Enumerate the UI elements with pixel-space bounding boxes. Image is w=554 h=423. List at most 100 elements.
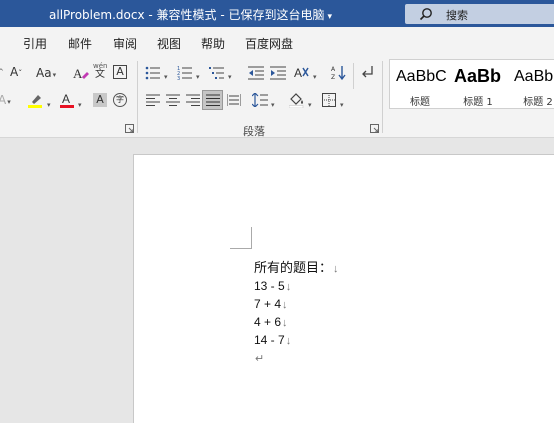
ribbon: ^ Aˇ Aa▾ A wén 文 A A▾ ▾ A ▾ A 字 ▾ 123 ▾ …	[0, 57, 554, 138]
multilevel-list-icon	[209, 67, 224, 79]
search-icon	[419, 8, 432, 21]
chinese-layout-dropdown[interactable]: ▾	[312, 69, 317, 81]
highlighter-icon	[28, 95, 42, 108]
group-separator	[382, 61, 383, 133]
line-break-mark: ↓	[282, 317, 288, 329]
align-left-button[interactable]	[146, 94, 160, 106]
text-effects-button[interactable]: A▾	[0, 94, 11, 106]
save-status: 已保存到这台电脑	[228, 8, 325, 22]
list-item[interactable]: 7 + 4↓	[254, 297, 288, 311]
clear-format-icon: A	[73, 66, 89, 81]
list-item[interactable]: 13 - 5↓	[254, 279, 291, 293]
svg-text:A: A	[73, 66, 83, 81]
tab-help[interactable]: 帮助	[201, 35, 225, 52]
document-title[interactable]: allProblem.docx - 兼容性模式 - 已保存到这台电脑 ▾	[49, 6, 332, 23]
align-right-icon	[186, 94, 200, 106]
font-dialog-launcher-icon[interactable]	[125, 124, 134, 133]
chevron-down-icon: ▾	[327, 12, 333, 22]
search-box[interactable]: 搜索	[405, 4, 554, 24]
tab-mailings[interactable]: 邮件	[68, 35, 92, 52]
multilevel-list-dropdown[interactable]: ▾	[227, 69, 232, 81]
title-bar: allProblem.docx - 兼容性模式 - 已保存到这台电脑 ▾ 搜索	[0, 0, 554, 27]
document-page[interactable]: 所有的题目：↓ 13 - 5↓ 7 + 4↓ 4 + 6↓ 14 - 7↓ ↵	[133, 154, 554, 423]
heading-line[interactable]: 所有的题目：↓	[254, 257, 339, 276]
shading-button[interactable]	[289, 92, 305, 108]
show-formatting-marks-button[interactable]	[360, 65, 374, 79]
chinese-layout-icon: A	[294, 66, 309, 80]
font-color-button[interactable]: A	[60, 92, 76, 108]
shading-dropdown[interactable]: ▾	[307, 97, 312, 109]
style-sample: AaBb	[514, 68, 554, 85]
line-break-mark: ↓	[282, 299, 288, 311]
style-name: 标题 2	[523, 97, 553, 108]
document-area: 所有的题目：↓ 13 - 5↓ 7 + 4↓ 4 + 6↓ 14 - 7↓ ↵	[0, 139, 554, 423]
borders-dropdown[interactable]: ▾	[339, 97, 344, 109]
decrease-indent-button[interactable]	[248, 66, 264, 80]
multilevel-list-button[interactable]	[209, 66, 225, 80]
tab-references[interactable]: 引用	[23, 35, 47, 52]
group-separator	[137, 61, 138, 133]
distributed-button[interactable]	[227, 94, 241, 106]
style-name: 标题	[410, 97, 430, 108]
align-center-icon	[166, 94, 180, 106]
decrease-indent-icon	[248, 66, 264, 80]
ribbon-tabs: 引用 邮件 审阅 视图 帮助 百度网盘	[0, 27, 554, 57]
filename: allProblem.docx	[49, 8, 145, 22]
tab-baidu-netdisk[interactable]: 百度网盘	[245, 35, 293, 52]
style-normal-card[interactable]: AaBbC 标题	[390, 60, 450, 108]
tab-review[interactable]: 审阅	[113, 35, 137, 52]
distributed-icon	[227, 94, 241, 106]
clear-format-button[interactable]: A	[73, 65, 89, 81]
paint-bucket-icon	[289, 93, 304, 108]
paragraph-mark-line[interactable]: ↵	[254, 351, 264, 365]
bullets-icon	[145, 66, 160, 80]
increase-indent-button[interactable]	[270, 66, 286, 80]
highlight-dropdown[interactable]: ▾	[46, 97, 51, 109]
formatting-marks-icon	[362, 66, 373, 78]
styles-gallery: AaBbC 标题 AaBb 标题 1 AaBb 标题 2	[389, 59, 554, 109]
numbering-button[interactable]: 123	[177, 66, 193, 80]
shrink-font-button[interactable]: Aˇ	[10, 66, 22, 78]
char-shading-button[interactable]: A	[93, 93, 107, 107]
svg-text:Z: Z	[331, 74, 335, 81]
list-item[interactable]: 4 + 6↓	[254, 315, 288, 329]
line-spacing-dropdown[interactable]: ▾	[270, 97, 275, 109]
char-border-button[interactable]: A	[113, 65, 127, 79]
tab-view[interactable]: 视图	[157, 35, 181, 52]
enclose-char-button[interactable]: 字	[113, 93, 127, 107]
align-left-icon	[146, 94, 160, 106]
paragraph-mark: ↵	[255, 353, 265, 365]
chinese-layout-button[interactable]: A	[294, 65, 310, 81]
highlight-button[interactable]	[28, 92, 44, 108]
align-right-button[interactable]	[186, 94, 200, 106]
style-heading2-card[interactable]: AaBb 标题 2	[508, 60, 554, 108]
sort-button[interactable]: AZ	[331, 65, 347, 81]
line-break-mark: ↓	[285, 281, 292, 293]
align-center-button[interactable]	[166, 94, 180, 106]
bullets-dropdown[interactable]: ▾	[163, 69, 168, 81]
svg-text:A: A	[294, 66, 302, 80]
font-color-icon: A	[60, 92, 74, 108]
justify-icon	[206, 94, 220, 106]
numbering-icon: 123	[177, 66, 192, 80]
bullets-button[interactable]	[145, 66, 161, 80]
paragraph-dialog-launcher-icon[interactable]	[370, 124, 379, 133]
change-case-button[interactable]: Aa▾	[36, 67, 56, 79]
style-sample: AaBbC	[396, 68, 447, 85]
list-item[interactable]: 14 - 7↓	[254, 333, 291, 347]
group-separator	[353, 63, 354, 89]
line-spacing-button[interactable]	[252, 93, 268, 107]
phonetic-guide-button[interactable]: wén 文	[93, 63, 107, 80]
grow-font-button[interactable]: ^	[0, 67, 4, 77]
style-sample: AaBb	[454, 66, 502, 86]
style-heading1-card[interactable]: AaBb 标题 1	[448, 60, 508, 108]
increase-indent-icon	[270, 66, 286, 80]
search-placeholder: 搜索	[446, 9, 468, 22]
justify-button[interactable]	[202, 90, 223, 110]
font-color-dropdown[interactable]: ▾	[77, 97, 82, 109]
margin-corner-mark	[230, 227, 252, 249]
borders-button[interactable]	[322, 93, 336, 107]
numbering-dropdown[interactable]: ▾	[195, 69, 200, 81]
line-spacing-icon	[252, 93, 268, 107]
svg-text:3: 3	[177, 76, 180, 80]
